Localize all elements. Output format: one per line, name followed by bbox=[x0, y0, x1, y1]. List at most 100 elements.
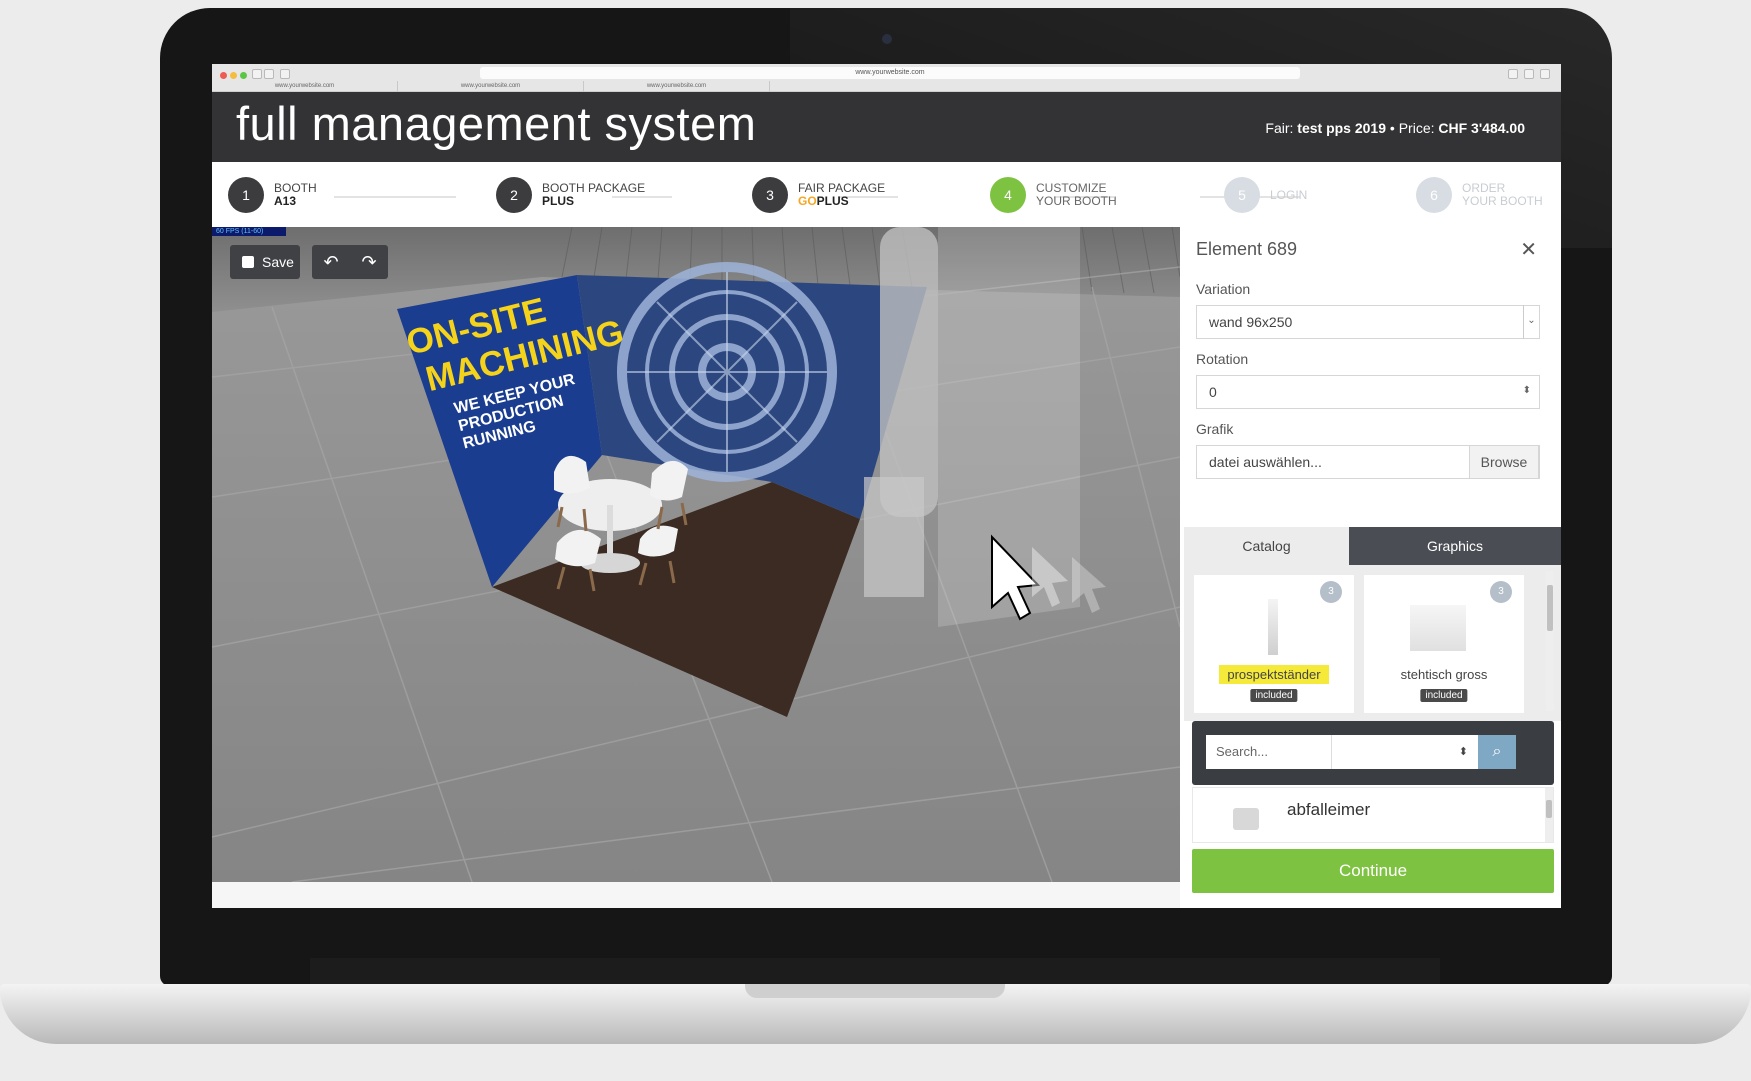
fair-label: Fair: bbox=[1265, 120, 1294, 136]
step-number: 1 bbox=[228, 177, 264, 213]
booth-3d-viewport[interactable]: ON-SITE MACHINING WE KEEP YOUR PRODUCTIO… bbox=[212, 227, 1180, 882]
variation-value: wand 96x250 bbox=[1209, 314, 1293, 330]
undo-redo-group: ↶ ↷ bbox=[312, 245, 388, 279]
category-select[interactable]: ⬍ bbox=[1332, 735, 1478, 769]
maximize-window-icon[interactable] bbox=[240, 72, 247, 79]
step-booth-package[interactable]: 2 BOOTH PACKAGE PLUS bbox=[496, 176, 645, 214]
scroll-thumb[interactable] bbox=[1547, 585, 1553, 631]
url-bar[interactable]: www.yourwebsite.com bbox=[480, 67, 1300, 79]
step-label: BOOTH bbox=[274, 181, 317, 195]
element-panel: Element 689 ✕ Variation wand 96x250 ⌄ Ro… bbox=[1184, 227, 1561, 908]
stepper-icon[interactable]: ⬍ bbox=[1523, 375, 1531, 407]
app-header: full management system Fair: test pps 20… bbox=[212, 92, 1561, 162]
close-window-icon[interactable] bbox=[220, 72, 227, 79]
catalog-list: 3 prospektständer included 3 stehtisch g… bbox=[1184, 565, 1561, 721]
step-connector bbox=[334, 196, 456, 198]
sidebar-icon[interactable] bbox=[280, 69, 290, 79]
redo-icon[interactable]: ↷ bbox=[361, 252, 376, 273]
fair-info: Fair: test pps 2019 • Price: CHF 3'484.0… bbox=[1265, 120, 1525, 136]
tab-graphics[interactable]: Graphics bbox=[1349, 527, 1561, 565]
step-sub-prefix: GO bbox=[798, 194, 817, 208]
step-progress: 1 BOOTH A13 2 BOOTH PACKAGE PLUS 3 FAIR PA… bbox=[212, 162, 1561, 226]
list-scrollbar[interactable] bbox=[1545, 788, 1553, 842]
step-sub: PLUS bbox=[542, 194, 575, 208]
catalog-item[interactable]: 3 prospektständer included bbox=[1194, 575, 1354, 713]
panel-title: Element 689 bbox=[1196, 239, 1298, 259]
forward-icon[interactable] bbox=[264, 69, 274, 79]
step-sub: A13 bbox=[274, 194, 297, 208]
step-sub: YOUR BOOTH bbox=[1462, 194, 1543, 208]
step-number: 2 bbox=[496, 177, 532, 213]
continue-button[interactable]: Continue bbox=[1192, 849, 1554, 893]
fps-counter: 60 FPS (11-60) bbox=[212, 227, 286, 236]
catalog-item-name: stehtisch gross bbox=[1400, 667, 1488, 682]
save-icon bbox=[242, 256, 254, 268]
fair-name: test pps 2019 bbox=[1297, 120, 1387, 136]
browse-button[interactable]: Browse bbox=[1469, 445, 1539, 479]
browser-tab[interactable]: www.yourwebsite.com bbox=[398, 81, 584, 92]
graphic-label: Grafik bbox=[1196, 421, 1234, 437]
settings-icon[interactable] bbox=[1540, 69, 1550, 79]
catalog-item[interactable]: 3 stehtisch gross included bbox=[1364, 575, 1524, 713]
catalog-item-name: prospektständer bbox=[1219, 665, 1329, 684]
laptop-notch bbox=[745, 984, 1005, 998]
screen: www.yourwebsite.com www.yourwebsite.com … bbox=[212, 64, 1561, 908]
step-customize[interactable]: 4 CUSTOMIZE YOUR BOOTH bbox=[990, 176, 1117, 214]
tab-catalog[interactable]: Catalog bbox=[1184, 527, 1349, 565]
step-label: CUSTOMIZE bbox=[1036, 181, 1107, 195]
step-fair-package[interactable]: 3 FAIR PACKAGE GOPLUS bbox=[752, 176, 885, 214]
step-order[interactable]: 6 ORDER YOUR BOOTH bbox=[1416, 176, 1543, 214]
back-icon[interactable] bbox=[252, 69, 262, 79]
price-value: CHF 3'484.00 bbox=[1438, 120, 1525, 136]
search-bar: Search... ⬍ ⌕ bbox=[1192, 721, 1554, 785]
rotation-label: Rotation bbox=[1196, 351, 1249, 367]
fair-separator: • bbox=[1389, 120, 1395, 136]
step-sub: YOUR BOOTH bbox=[1036, 194, 1117, 208]
graphic-file-input[interactable]: datei auswählen... Browse bbox=[1196, 445, 1540, 479]
share-icon[interactable] bbox=[1508, 69, 1518, 79]
panel-tabs: Catalog Graphics bbox=[1184, 527, 1561, 565]
tabs-icon[interactable] bbox=[1524, 69, 1534, 79]
app-title: full management system bbox=[236, 97, 757, 150]
laptop-hinge bbox=[310, 958, 1440, 986]
step-label: ORDER bbox=[1462, 181, 1506, 195]
step-label: LOGIN bbox=[1270, 187, 1308, 202]
step-number: 4 bbox=[990, 177, 1026, 213]
step-label: FAIR PACKAGE bbox=[798, 181, 886, 195]
catalog-scrollbar[interactable] bbox=[1546, 571, 1554, 711]
scroll-thumb[interactable] bbox=[1546, 800, 1552, 818]
step-number: 5 bbox=[1224, 177, 1260, 213]
minimize-window-icon[interactable] bbox=[230, 72, 237, 79]
count-badge: 3 bbox=[1490, 581, 1512, 603]
browser-tab[interactable]: www.yourwebsite.com bbox=[584, 81, 770, 92]
standing-table-image bbox=[1410, 605, 1466, 651]
price-label: Price: bbox=[1398, 120, 1435, 136]
step-number: 6 bbox=[1416, 177, 1452, 213]
rotation-input[interactable]: 0 ⬍ bbox=[1196, 375, 1540, 409]
trash-bin-image bbox=[1233, 808, 1259, 830]
step-booth[interactable]: 1 BOOTH A13 bbox=[228, 176, 317, 214]
list-item-name: abfalleimer bbox=[1287, 800, 1371, 819]
undo-icon[interactable]: ↶ bbox=[323, 252, 338, 273]
variation-select[interactable]: wand 96x250 ⌄ bbox=[1196, 305, 1540, 339]
save-button[interactable]: Save bbox=[230, 245, 300, 279]
close-icon[interactable]: ✕ bbox=[1520, 237, 1537, 262]
brochure-stand-image bbox=[1268, 599, 1278, 655]
search-input[interactable]: Search... bbox=[1206, 735, 1332, 769]
variation-label: Variation bbox=[1196, 281, 1251, 297]
step-login[interactable]: 5 LOGIN bbox=[1224, 176, 1307, 214]
booth-scene: ON-SITE MACHINING WE KEEP YOUR PRODUCTIO… bbox=[212, 227, 1180, 882]
chevron-down-icon: ⌄ bbox=[1523, 305, 1539, 339]
step-number: 3 bbox=[752, 177, 788, 213]
search-icon[interactable]: ⌕ bbox=[1478, 735, 1516, 769]
camera-icon bbox=[882, 34, 892, 44]
save-label: Save bbox=[262, 254, 294, 270]
step-label: BOOTH PACKAGE bbox=[542, 181, 646, 195]
graphic-placeholder: datei auswählen... bbox=[1209, 454, 1322, 470]
browser-tab[interactable]: www.yourwebsite.com bbox=[212, 81, 398, 92]
included-badge: included bbox=[1420, 689, 1468, 702]
list-item[interactable]: abfalleimer bbox=[1192, 787, 1554, 843]
browser-chrome: www.yourwebsite.com www.yourwebsite.com … bbox=[212, 64, 1561, 92]
count-badge: 3 bbox=[1320, 581, 1342, 603]
screen-footer bbox=[212, 882, 1180, 908]
